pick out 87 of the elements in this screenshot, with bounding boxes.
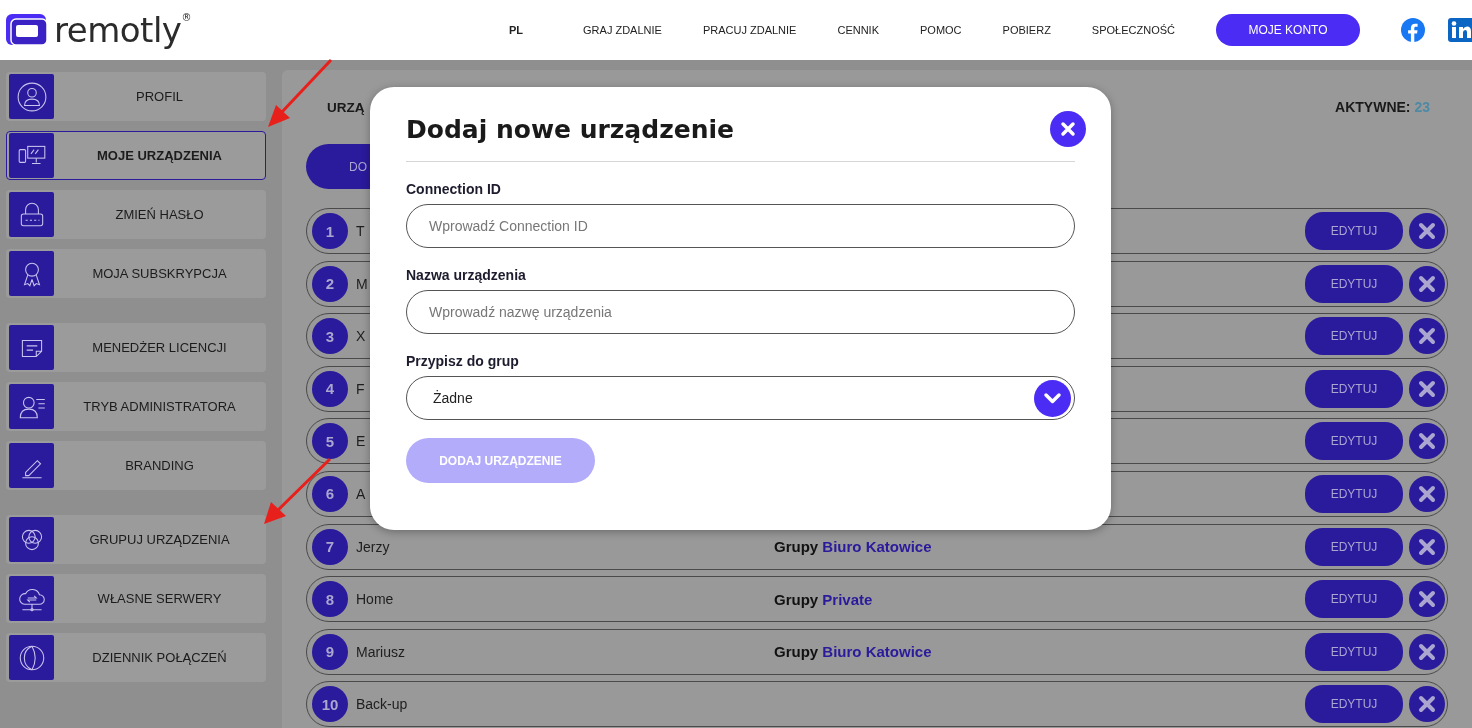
sidebar-item[interactable]: MENEDŻER LICENCJI: [6, 323, 266, 372]
edit-button[interactable]: EDYTUJ: [1305, 369, 1403, 408]
edit-button[interactable]: EDYTUJ: [1305, 685, 1403, 724]
delete-button[interactable]: [1409, 265, 1445, 302]
x-icon: [1418, 642, 1436, 661]
language-link[interactable]: PL: [509, 24, 524, 36]
logo-wordmark: remotly$^{®}$: [54, 13, 191, 47]
active-count: AKTYWNE: 23: [1335, 99, 1430, 115]
section-heading: URZĄ: [327, 99, 365, 115]
field-label: Nazwa urządzenia: [406, 267, 527, 283]
delete-button[interactable]: [1409, 370, 1445, 407]
device-name: Mariusz: [356, 643, 405, 660]
edit-button[interactable]: EDYTUJ: [1305, 264, 1403, 303]
annotation-arrow: [264, 457, 332, 524]
device-name: X: [356, 328, 366, 345]
device-groups: Grupy Private: [774, 590, 873, 608]
linkedin-icon[interactable]: [1448, 18, 1472, 42]
field-label: Przypisz do grup: [406, 353, 520, 369]
sidebar-item[interactable]: GRUPUJ URZĄDZENIA: [6, 515, 266, 564]
close-icon: [1060, 121, 1076, 137]
x-icon: [1418, 537, 1436, 556]
edit-button[interactable]: EDYTUJ: [1305, 580, 1403, 619]
nav-link[interactable]: POBIERZ: [1002, 24, 1051, 36]
delete-button[interactable]: [1409, 213, 1445, 249]
device-name: Jerzy: [356, 538, 390, 555]
device-name: F: [356, 380, 365, 397]
row-number: 9: [312, 633, 348, 670]
delete-button[interactable]: [1409, 528, 1445, 565]
edit-button[interactable]: EDYTUJ: [1305, 317, 1403, 356]
device-name: E: [356, 433, 366, 450]
edit-button[interactable]: EDYTUJ: [1305, 474, 1403, 513]
edit-button[interactable]: EDYTUJ: [1305, 527, 1403, 566]
device-name: T: [356, 223, 365, 239]
facebook-icon[interactable]: [1401, 18, 1425, 42]
nav-link[interactable]: SPOŁECZNOŚĆ: [1091, 24, 1175, 36]
sidebar-item[interactable]: DZIENNIK POŁĄCZEŃ: [6, 633, 266, 682]
edit-button[interactable]: EDYTUJ: [1305, 422, 1403, 461]
dialog-title: Dodaj nowe urządzenie: [406, 114, 734, 144]
row-number: 8: [312, 581, 348, 618]
delete-button[interactable]: [1409, 475, 1445, 512]
device-name: Home: [356, 591, 394, 608]
row-number: 7: [312, 528, 348, 565]
account-button[interactable]: MOJE KONTO: [1216, 14, 1360, 46]
row-number: 5: [312, 423, 348, 460]
sidebar-item[interactable]: PROFIL: [6, 72, 266, 121]
device-name: Back-up: [356, 696, 408, 713]
edit-button[interactable]: EDYTUJ: [1305, 632, 1403, 671]
device-name: A: [356, 485, 366, 502]
input-field[interactable]: Wprowadź nazwę urządzenia: [406, 290, 1075, 334]
input-field[interactable]: Wprowadź Connection ID: [406, 204, 1075, 248]
row-number: 4: [312, 370, 348, 407]
logo-icon: [6, 13, 48, 47]
delete-button[interactable]: [1409, 581, 1445, 618]
x-icon: [1418, 432, 1436, 451]
row-number: 3: [312, 318, 348, 355]
row-number: 1: [312, 213, 348, 249]
x-icon: [1418, 484, 1436, 503]
delete-button[interactable]: [1409, 423, 1445, 460]
nav-link[interactable]: GRAJ ZDALNIE: [583, 24, 662, 36]
sidebar-item[interactable]: WŁASNE SERWERY: [6, 574, 266, 623]
row-number: 2: [312, 265, 348, 302]
close-button[interactable]: [1050, 111, 1086, 147]
x-icon: [1418, 222, 1436, 240]
sidebar-item[interactable]: TRYB ADMINISTRATORA: [6, 382, 266, 431]
sidebar-item[interactable]: BRANDING: [6, 441, 266, 490]
nav-link[interactable]: PRACUJ ZDALNIE: [702, 24, 797, 36]
x-icon: [1418, 327, 1436, 346]
row-number: 6: [312, 475, 348, 512]
delete-button[interactable]: [1409, 633, 1445, 670]
sidebar-item[interactable]: MOJE URZĄDZENIA: [6, 131, 266, 180]
device-name: M: [356, 275, 368, 292]
device-groups: Grupy Biuro Katowice: [774, 643, 932, 661]
delete-button[interactable]: [1409, 686, 1445, 723]
x-icon: [1418, 379, 1436, 398]
edit-button[interactable]: EDYTUJ: [1305, 212, 1403, 250]
sidebar-item[interactable]: MOJA SUBSKRYPCJA: [6, 249, 266, 298]
row-number: 10: [312, 686, 348, 723]
x-icon: [1418, 590, 1436, 609]
x-icon: [1418, 274, 1436, 293]
nav-link[interactable]: CENNIK: [837, 24, 879, 36]
delete-button[interactable]: [1409, 318, 1445, 355]
nav-link[interactable]: POMOC: [920, 24, 962, 36]
x-icon: [1418, 695, 1436, 714]
profile-icon: [15, 80, 48, 113]
sidebar-item[interactable]: ZMIEŃ HASŁO: [6, 190, 266, 239]
device-groups: Grupy Biuro Katowice: [774, 538, 932, 556]
chevron-down-icon: [1034, 379, 1071, 417]
